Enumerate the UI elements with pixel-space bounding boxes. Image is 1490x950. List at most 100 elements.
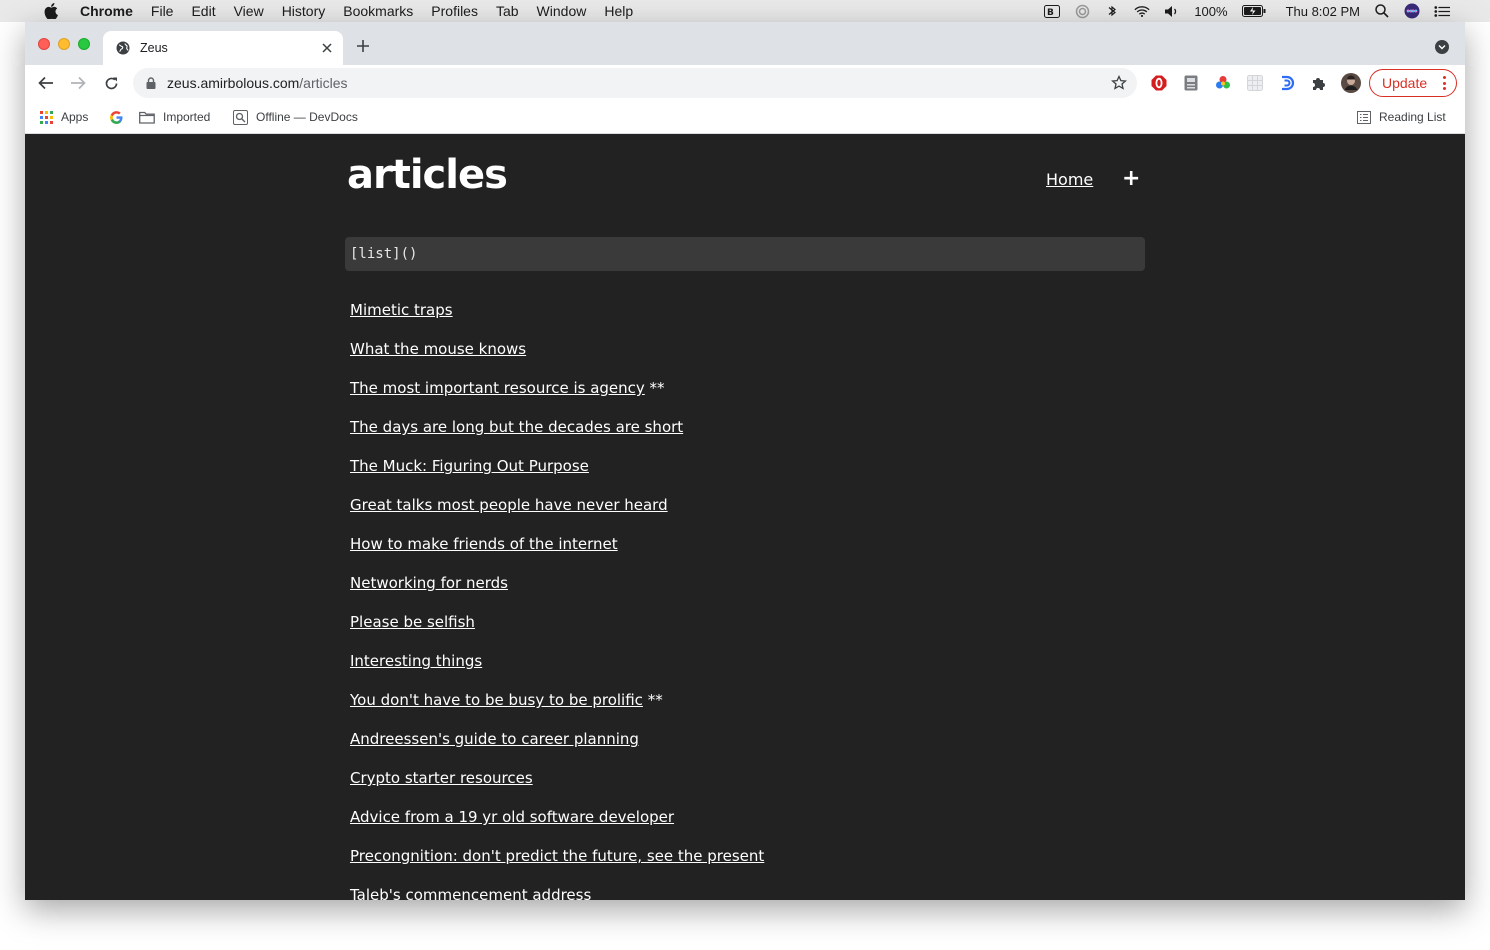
menu-view[interactable]: View — [225, 0, 273, 22]
article-link[interactable]: Precongnition: don't predict the future,… — [350, 847, 764, 865]
url-text[interactable]: zeus.amirbolous.com/articles — [167, 75, 348, 91]
devdocs-icon — [232, 109, 248, 125]
article-link[interactable]: Interesting things — [350, 652, 482, 670]
list-item: Taleb's commencement address — [350, 881, 764, 900]
bookmark-devdocs[interactable]: Offline — DevDocs — [232, 109, 358, 125]
article-link[interactable]: The most important resource is agency — [350, 379, 645, 397]
list-item: Mimetic traps — [350, 296, 764, 335]
macos-menu-bar: Chrome File Edit View History Bookmarks … — [0, 0, 1490, 22]
menu-profiles[interactable]: Profiles — [422, 0, 487, 22]
bluetooth-icon[interactable] — [1104, 4, 1120, 18]
update-button-label: Update — [1382, 75, 1428, 91]
article-link[interactable]: Great talks most people have never heard — [350, 496, 668, 514]
reading-list-button[interactable]: Reading List — [1357, 109, 1446, 125]
browser-toolbar: zeus.amirbolous.com/articles Update — [25, 65, 1465, 101]
article-star-marker: ** — [642, 691, 663, 709]
bookmark-folder-imported[interactable]: Imported — [139, 109, 210, 125]
url-host: zeus.amirbolous.com — [167, 75, 300, 91]
address-bar[interactable]: zeus.amirbolous.com/articles — [133, 68, 1137, 98]
grid-extension-icon[interactable] — [1247, 75, 1263, 91]
control-center-icon[interactable] — [1434, 4, 1450, 18]
spotlight-search-icon[interactable] — [1374, 4, 1390, 18]
menu-tab[interactable]: Tab — [487, 0, 528, 22]
list-item: The most important resource is agency ** — [350, 374, 764, 413]
bookmark-apps[interactable]: Apps — [39, 109, 88, 125]
list-item: Please be selfish — [350, 608, 764, 647]
window-close-button[interactable] — [38, 38, 50, 50]
menu-history[interactable]: History — [273, 0, 335, 22]
article-link[interactable]: Advice from a 19 yr old software develop… — [350, 808, 674, 826]
list-item: Andreessen's guide to career planning — [350, 725, 764, 764]
bookmark-google[interactable] — [109, 109, 131, 125]
bookmark-star-icon[interactable] — [1111, 74, 1127, 91]
article-link[interactable]: You don't have to be busy to be prolific — [350, 691, 643, 709]
article-link[interactable]: The Muck: Figuring Out Purpose — [350, 457, 589, 475]
article-link[interactable]: Andreessen's guide to career planning — [350, 730, 639, 748]
list-item: Crypto starter resources — [350, 764, 764, 803]
menu-edit[interactable]: Edit — [182, 0, 224, 22]
profile-avatar[interactable] — [1341, 73, 1361, 93]
list-item: Advice from a 19 yr old software develop… — [350, 803, 764, 842]
battery-percent: 100% — [1194, 3, 1228, 19]
menu-file[interactable]: File — [142, 0, 183, 22]
new-tab-plus-icon[interactable] — [355, 38, 371, 54]
list-code-block: [list]() — [345, 237, 1145, 271]
article-link[interactable]: Mimetic traps — [350, 301, 453, 319]
menu-bookmarks[interactable]: Bookmarks — [334, 0, 422, 22]
volume-icon[interactable] — [1164, 4, 1180, 18]
tab-strip: Zeus — [25, 22, 1465, 65]
extensions-puzzle-icon[interactable] — [1311, 75, 1327, 91]
apple-logo-icon[interactable] — [44, 3, 62, 19]
globe-icon — [115, 40, 131, 56]
menubar-clock[interactable]: Thu 8:02 PM — [1286, 4, 1360, 19]
list-item: Precongnition: don't predict the future,… — [350, 842, 764, 881]
lock-icon[interactable] — [145, 76, 157, 90]
list-item: You don't have to be busy to be prolific… — [350, 686, 764, 725]
menu-app-name[interactable]: Chrome — [76, 0, 142, 22]
list-item: Great talks most people have never heard — [350, 491, 764, 530]
bookmark-devdocs-label: Offline — DevDocs — [256, 110, 358, 124]
folder-icon — [139, 110, 155, 124]
window-zoom-button[interactable] — [78, 38, 90, 50]
nav-home-link[interactable]: Home — [1046, 170, 1093, 189]
add-article-plus-icon[interactable]: + — [1122, 166, 1140, 191]
article-link[interactable]: Taleb's commencement address — [350, 886, 591, 900]
web-page-content: articles Home + [list]() Mimetic traps W… — [25, 134, 1465, 900]
spiral-status-icon[interactable] — [1074, 4, 1090, 18]
tab-zeus[interactable]: Zeus — [103, 31, 343, 65]
google-g-icon — [109, 110, 123, 124]
reload-icon[interactable] — [102, 74, 120, 92]
dashlane-extension-icon[interactable] — [1279, 75, 1295, 91]
menu-window[interactable]: Window — [528, 0, 596, 22]
article-star-marker: ** — [644, 379, 665, 397]
update-button[interactable]: Update — [1369, 69, 1457, 97]
siri-icon[interactable] — [1404, 3, 1420, 19]
article-link[interactable]: Networking for nerds — [350, 574, 508, 592]
back-arrow-icon[interactable] — [37, 74, 55, 92]
tab-search-chevron-icon[interactable] — [1435, 40, 1449, 54]
bartender-icon[interactable]: B — [1044, 4, 1061, 18]
tab-close-icon[interactable] — [319, 40, 335, 56]
save-page-extension-icon[interactable] — [1183, 75, 1199, 91]
battery-icon[interactable] — [1241, 4, 1266, 18]
browser-window: Zeus zeus.amirbolous.com/articles Update… — [25, 22, 1465, 900]
apps-grid-icon — [39, 110, 53, 124]
url-path: /articles — [299, 75, 348, 91]
kebab-menu-icon[interactable] — [1442, 76, 1446, 90]
article-link[interactable]: How to make friends of the internet — [350, 535, 618, 553]
color-picker-extension-icon[interactable] — [1215, 75, 1231, 91]
article-link[interactable]: The days are long but the decades are sh… — [350, 418, 683, 436]
menu-help[interactable]: Help — [595, 0, 642, 22]
wifi-icon[interactable] — [1134, 4, 1150, 18]
reading-list-icon — [1357, 110, 1371, 124]
svg-text:B: B — [1047, 8, 1054, 18]
article-link[interactable]: What the mouse knows — [350, 340, 526, 358]
article-link[interactable]: Please be selfish — [350, 613, 475, 631]
window-minimize-button[interactable] — [58, 38, 70, 50]
bookmark-apps-label: Apps — [61, 110, 89, 124]
article-link[interactable]: Crypto starter resources — [350, 769, 533, 787]
list-item: The days are long but the decades are sh… — [350, 413, 764, 452]
forward-arrow-icon[interactable] — [69, 74, 87, 92]
opera-adblock-extension-icon[interactable] — [1151, 75, 1167, 91]
list-item: Interesting things — [350, 647, 764, 686]
